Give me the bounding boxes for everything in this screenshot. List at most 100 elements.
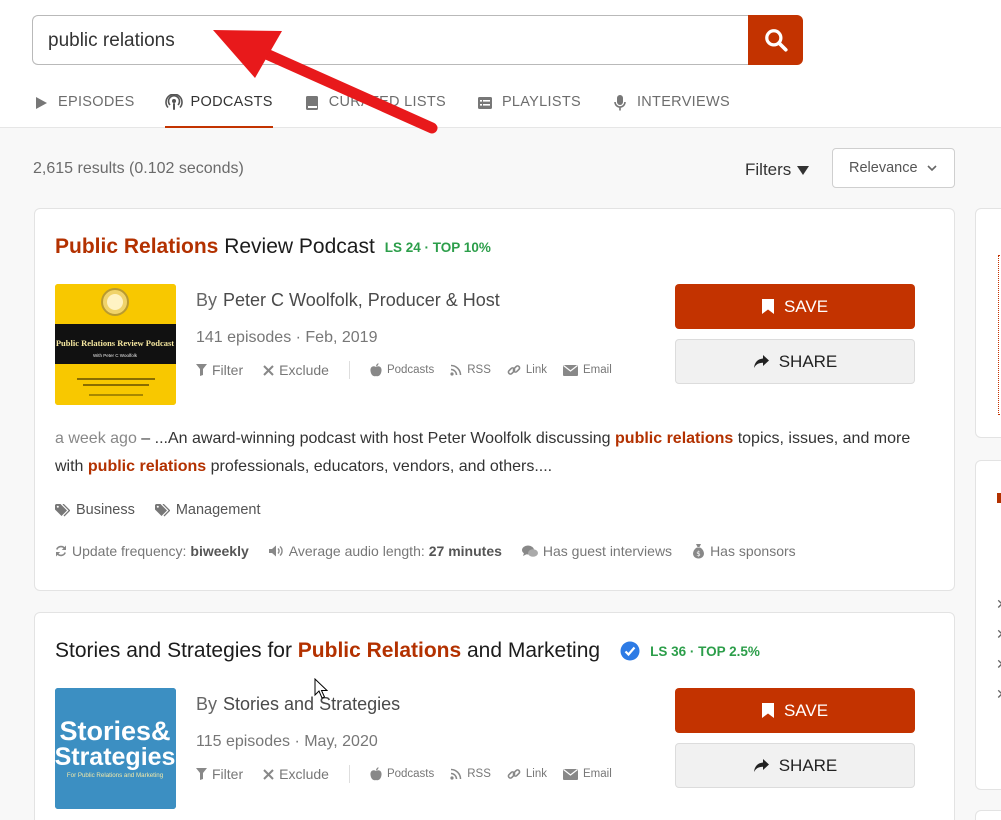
title-highlight: Public Relations: [297, 639, 462, 662]
desc-highlight: public relations: [87, 458, 207, 475]
exclude-button[interactable]: Exclude: [263, 766, 329, 782]
author-link[interactable]: Stories and Strategies: [223, 694, 400, 714]
search-input[interactable]: [48, 28, 728, 54]
link-icon: [507, 767, 521, 781]
results-count: 2,615 results (0.102 seconds): [33, 160, 244, 177]
exclude-button[interactable]: Exclude: [263, 362, 329, 378]
close-icon: [263, 768, 274, 780]
filter-icon: [196, 768, 207, 780]
svg-text:Public Relations Review Podcas: Public Relations Review Podcast: [56, 338, 174, 348]
category-tag[interactable]: Management: [154, 502, 260, 518]
svg-text:Stories&: Stories&: [59, 716, 170, 746]
update-frequency: Update frequency: biweekly: [55, 543, 249, 559]
sidebar-panel: ✕✕✕✕: [975, 460, 1001, 790]
tab-label: EPISODES: [58, 94, 135, 110]
podcast-byline: By Peter C Woolfolk, Producer & Host: [196, 290, 500, 311]
verified-icon: [620, 641, 640, 661]
search-box[interactable]: [32, 15, 749, 65]
has-sponsors: $ Has sponsors: [692, 543, 796, 559]
save-button[interactable]: SAVE: [675, 284, 915, 329]
tab-interviews[interactable]: INTERVIEWS: [611, 94, 730, 128]
filters-label: Filters: [745, 160, 792, 179]
play-icon: [32, 94, 50, 112]
title-prefix: Stories and Strategies for: [55, 639, 298, 662]
tag-icon: [154, 503, 170, 517]
link-button[interactable]: Link: [507, 767, 547, 781]
rss-icon: [450, 364, 462, 376]
guest-interviews: Has guest interviews: [521, 543, 672, 559]
desc-dash: –: [136, 430, 155, 447]
podcasts-link[interactable]: Podcasts: [370, 767, 434, 781]
filter-icon: [196, 364, 207, 376]
save-button[interactable]: SAVE: [675, 688, 915, 733]
podcast-meta: 141 episodes · Feb, 2019: [196, 329, 378, 346]
link-icon: [507, 363, 521, 377]
chevron-down-icon: [927, 165, 937, 172]
filters-toggle[interactable]: Filters: [745, 160, 810, 180]
svg-text:$: $: [696, 550, 700, 558]
podcast-actions: Filter Exclude Podcasts RSS Link Email: [196, 361, 628, 379]
podcasts-link[interactable]: Podcasts: [370, 363, 434, 377]
category-tag[interactable]: Business: [55, 502, 135, 518]
volume-icon: [268, 545, 284, 557]
envelope-icon: [563, 364, 579, 376]
podcast-byline: By Stories and Strategies: [196, 694, 400, 715]
book-icon: [303, 94, 321, 112]
filter-button[interactable]: Filter: [196, 362, 243, 378]
rss-link[interactable]: RSS: [450, 364, 491, 376]
tab-playlists[interactable]: PLAYLISTS: [476, 94, 581, 128]
comments-icon: [521, 545, 538, 558]
link-button[interactable]: Link: [507, 363, 547, 377]
desc-highlight: public relations: [615, 430, 734, 447]
title-highlight: Public Relations: [55, 235, 219, 258]
podcast-artwork[interactable]: Stories& Strategies For Public Relations…: [55, 688, 176, 809]
title-rest: and Marketing: [461, 639, 601, 662]
tab-label: INTERVIEWS: [636, 94, 730, 110]
by-label: By: [196, 694, 218, 714]
share-button[interactable]: SHARE: [675, 743, 915, 788]
apple-icon: [370, 767, 382, 781]
sidebar-fragment: [997, 493, 1001, 503]
svg-text:For Public Relations and Marke: For Public Relations and Marketing: [67, 772, 164, 779]
tab-label: PODCASTS: [190, 94, 273, 110]
tab-podcasts[interactable]: PODCASTS: [164, 94, 273, 128]
sort-select[interactable]: Relevance: [832, 148, 955, 188]
average-audio-length: Average audio length: 27 minutes: [268, 543, 502, 559]
tab-label: PLAYLISTS: [501, 94, 581, 110]
divider: [348, 361, 350, 379]
title-rest: Review Podcast: [218, 235, 375, 258]
money-bag-icon: $: [692, 543, 705, 559]
podcast-card: Public Relations Review Podcast LS 24 · …: [34, 208, 955, 591]
podcast-artwork[interactable]: Public Relations Review Podcast With Pet…: [55, 284, 176, 405]
author-link[interactable]: Peter C Woolfolk, Producer & Host: [223, 290, 500, 310]
divider: [348, 765, 350, 783]
listen-score-badge: LS 24 · TOP 10%: [384, 239, 491, 255]
rss-link[interactable]: RSS: [450, 768, 491, 780]
listen-score-badge: LS 36 · TOP 2.5%: [650, 643, 760, 659]
desc-text: ...An award-winning podcast with host Pe…: [154, 430, 616, 447]
podcast-meta: 115 episodes · May, 2020: [196, 733, 378, 750]
desc-text: professionals, educators, vendors, and o…: [206, 458, 553, 475]
artwork-image: Stories& Strategies For Public Relations…: [55, 688, 176, 809]
tab-curated-lists[interactable]: CURATED LISTS: [303, 94, 446, 128]
close-icon: [263, 364, 274, 376]
svg-text:Strategies: Strategies: [55, 743, 175, 771]
email-button[interactable]: Email: [563, 768, 612, 780]
top-bar: EPISODES PODCASTS CURATED LISTS PLAYLIST…: [0, 0, 1001, 128]
filter-button[interactable]: Filter: [196, 766, 243, 782]
share-icon: [753, 354, 769, 369]
podcast-description: a week ago – ...An award-winning podcast…: [55, 425, 935, 481]
envelope-icon: [563, 768, 579, 780]
sort-value: Relevance: [849, 160, 918, 176]
search-button[interactable]: [748, 15, 803, 65]
by-label: By: [196, 290, 218, 310]
bookmark-icon: [761, 299, 774, 314]
caret-down-icon: [797, 166, 810, 175]
sidebar-panel: [975, 810, 1001, 820]
email-button[interactable]: Email: [563, 364, 612, 376]
podcast-card: Stories and Strategies for Public Relati…: [34, 612, 955, 820]
tab-episodes[interactable]: EPISODES: [32, 94, 135, 128]
share-button[interactable]: SHARE: [675, 339, 915, 384]
podcast-title[interactable]: Public Relations Review Podcast LS 24 · …: [55, 235, 491, 259]
podcast-title[interactable]: Stories and Strategies for Public Relati…: [55, 639, 760, 663]
